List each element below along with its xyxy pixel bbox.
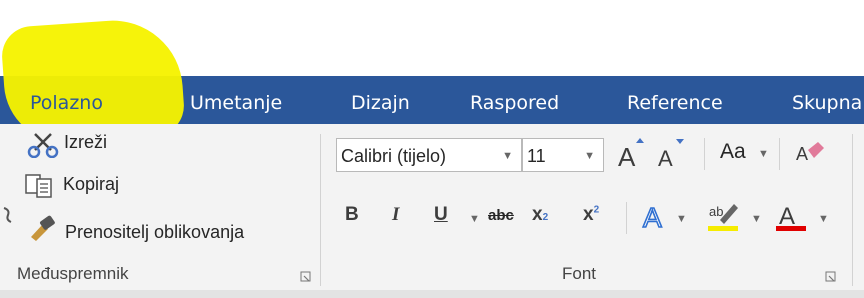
font-name-value: Calibri (tijelo)	[341, 146, 447, 166]
font-group-label: Font	[562, 264, 597, 283]
svg-text:A: A	[643, 202, 662, 233]
chevron-down-icon: ▼	[758, 148, 769, 160]
separator	[704, 138, 705, 170]
bold-button[interactable]: B	[345, 204, 359, 226]
cut-button[interactable]: Izreži	[64, 132, 107, 153]
chevron-down-icon: ▼	[469, 213, 480, 225]
font-color-icon[interactable]: A	[774, 198, 810, 234]
tab-skupna[interactable]: Skupna	[792, 88, 862, 118]
paste-icon-edge[interactable]	[2, 202, 12, 228]
grow-font-icon[interactable]: A	[616, 136, 646, 172]
tab-dizajn[interactable]: Dizajn	[351, 88, 410, 118]
font-size-select[interactable]: 11 ▼	[522, 138, 604, 172]
strikethrough-button[interactable]: abc	[488, 207, 514, 224]
clear-formatting-icon[interactable]: A	[794, 138, 826, 170]
scissors-icon[interactable]	[27, 132, 61, 159]
copy-button[interactable]: Kopiraj	[63, 174, 119, 195]
separator	[779, 138, 780, 170]
group-separator	[852, 134, 853, 286]
text-effects-icon[interactable]: A	[640, 198, 674, 234]
chevron-down-icon: ▼	[751, 213, 762, 225]
format-painter-button[interactable]: Prenositelj oblikovanja	[65, 222, 244, 243]
separator	[626, 202, 627, 234]
svg-text:A: A	[618, 142, 636, 170]
tab-reference[interactable]: Reference	[627, 88, 723, 118]
superscript-x: x	[583, 204, 594, 225]
superscript-button[interactable]: x2	[583, 204, 599, 226]
superscript-mark: 2	[593, 204, 600, 216]
italic-button[interactable]: I	[392, 204, 399, 226]
svg-text:A: A	[779, 203, 795, 230]
subscript-mark: 2	[542, 212, 549, 223]
chevron-down-icon: ▼	[584, 150, 595, 162]
chevron-down-icon: ▼	[676, 213, 687, 225]
chevron-down-icon: ▼	[502, 150, 513, 162]
text-highlight-color-icon[interactable]: ab	[706, 198, 742, 234]
clipboard-group-label: Međuspremnik	[17, 264, 129, 283]
format-painter-icon[interactable]	[26, 214, 60, 242]
tab-polazno[interactable]: Polazno	[30, 88, 103, 118]
copy-icon[interactable]	[25, 174, 59, 198]
tab-raspored[interactable]: Raspored	[470, 88, 559, 118]
svg-text:A: A	[796, 144, 808, 164]
font-name-select[interactable]: Calibri (tijelo) ▼	[336, 138, 522, 172]
svg-text:A: A	[658, 146, 673, 170]
chevron-down-icon: ▼	[818, 213, 829, 225]
subscript-button[interactable]: x2	[532, 204, 548, 226]
clipboard-dialog-launcher-icon[interactable]	[300, 270, 312, 282]
underline-button[interactable]: U	[434, 204, 448, 226]
font-size-value: 11	[527, 146, 546, 166]
shrink-font-icon[interactable]: A	[656, 136, 686, 171]
tab-umetanje[interactable]: Umetanje	[190, 88, 282, 118]
subscript-x: x	[532, 204, 543, 225]
group-separator	[320, 134, 321, 286]
change-case-button[interactable]: Aa	[720, 140, 746, 164]
ribbon-bottom-border	[0, 290, 864, 298]
svg-text:ab: ab	[709, 204, 723, 219]
font-dialog-launcher-icon[interactable]	[825, 270, 837, 282]
